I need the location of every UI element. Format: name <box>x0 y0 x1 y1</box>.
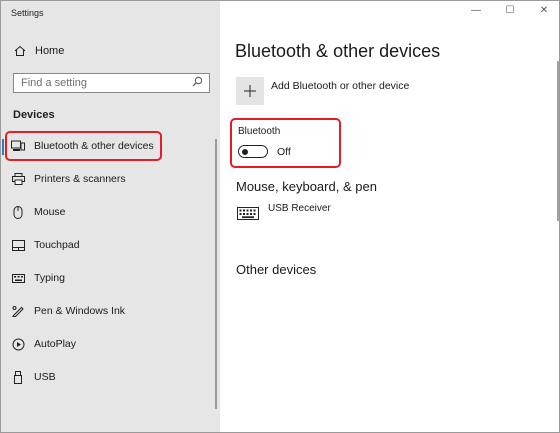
window-title: Settings <box>11 8 44 18</box>
keyboard-icon <box>11 271 25 285</box>
add-device-label: Add Bluetooth or other device <box>271 80 410 92</box>
home-label: Home <box>35 45 65 57</box>
sidebar-item-pen[interactable]: Pen & Windows Ink <box>9 296 209 326</box>
usb-icon <box>11 370 25 384</box>
bluetooth-label: Bluetooth <box>238 126 281 137</box>
sidebar-item-label: USB <box>34 371 56 383</box>
section-heading-mouse-keyboard-pen: Mouse, keyboard, & pen <box>236 179 377 194</box>
minimize-button[interactable]: — <box>469 5 483 16</box>
close-button[interactable]: ✕ <box>537 5 551 16</box>
add-device-button[interactable]: Add Bluetooth or other device <box>236 77 409 105</box>
home-nav-item[interactable]: Home <box>13 44 64 58</box>
plus-icon <box>236 77 264 105</box>
device-name: USB Receiver <box>268 203 331 214</box>
sidebar-scrollbar[interactable] <box>215 139 217 409</box>
sidebar-item-label: Bluetooth & other devices <box>34 140 154 152</box>
toggle-knob <box>242 148 248 155</box>
sidebar-item-label: Typing <box>34 272 65 284</box>
bluetooth-toggle-group: Bluetooth Off <box>230 118 341 168</box>
bluetooth-toggle[interactable] <box>238 145 268 158</box>
sidebar: Settings Home Devices Bluetooth & other … <box>1 1 220 432</box>
touchpad-icon <box>11 238 25 252</box>
sidebar-item-typing[interactable]: Typing <box>9 263 209 293</box>
pen-icon <box>11 304 25 318</box>
page-title: Bluetooth & other devices <box>235 41 441 61</box>
bluetooth-state: Off <box>277 146 291 158</box>
search-input[interactable] <box>21 77 181 89</box>
keyboard-icon <box>237 207 259 221</box>
printer-icon <box>11 172 25 186</box>
sidebar-item-touchpad[interactable]: Touchpad <box>9 230 209 260</box>
sidebar-item-bluetooth[interactable]: Bluetooth & other devices <box>2 131 162 161</box>
sidebar-item-label: Printers & scanners <box>34 173 126 185</box>
search-icon[interactable] <box>192 74 203 92</box>
sidebar-item-printers[interactable]: Printers & scanners <box>9 164 209 194</box>
main-scrollbar[interactable] <box>557 61 559 221</box>
autoplay-icon <box>11 337 25 351</box>
sidebar-item-usb[interactable]: USB <box>9 362 209 392</box>
section-heading-other-devices: Other devices <box>236 262 317 277</box>
sidebar-item-label: Pen & Windows Ink <box>34 305 126 317</box>
sidebar-item-mouse[interactable]: Mouse <box>9 197 209 227</box>
sidebar-nav: Bluetooth & other devices Printers & sca… <box>2 131 209 395</box>
settings-window: Settings Home Devices Bluetooth & other … <box>0 0 560 433</box>
sidebar-item-label: AutoPlay <box>34 338 77 350</box>
section-title-devices: Devices <box>13 109 55 121</box>
mouse-icon <box>11 205 25 219</box>
bluetooth-devices-icon <box>11 139 25 153</box>
maximize-button[interactable]: ☐ <box>503 5 517 16</box>
home-icon <box>13 44 27 58</box>
sidebar-item-label: Touchpad <box>34 239 80 251</box>
device-usb-receiver[interactable]: USB Receiver <box>237 203 331 221</box>
window-controls: — ☐ ✕ <box>469 5 551 16</box>
sidebar-item-label: Mouse <box>34 206 66 218</box>
sidebar-item-autoplay[interactable]: AutoPlay <box>9 329 209 359</box>
search-box[interactable] <box>13 73 210 93</box>
